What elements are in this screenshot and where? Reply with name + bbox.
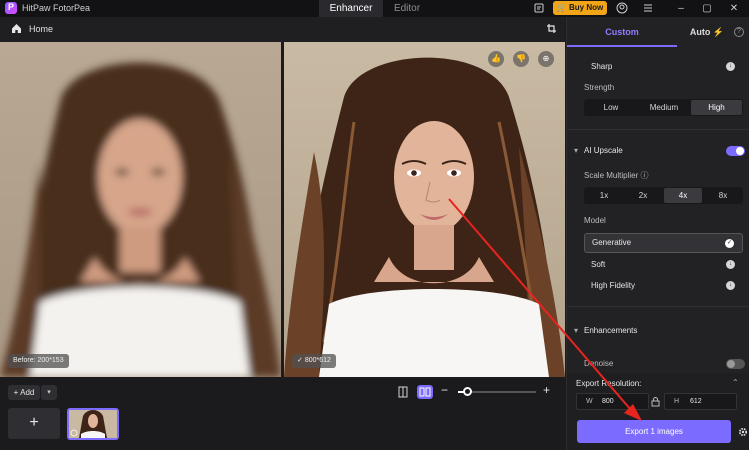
- cart-icon: 🛒: [556, 3, 567, 12]
- strength-label: Strength: [584, 83, 615, 92]
- menu-icon[interactable]: [642, 2, 654, 14]
- scale-2x[interactable]: 2x: [624, 188, 662, 203]
- app-title: HitPaw FotorPea: [22, 3, 91, 13]
- export-resolution-label: Export Resolution:: [576, 379, 642, 388]
- ai-upscale-title: AI Upscale: [584, 146, 623, 155]
- check-icon: ✓: [297, 357, 305, 364]
- home-link[interactable]: Home: [29, 24, 53, 34]
- thumbs-down-icon[interactable]: 👎: [513, 51, 529, 67]
- enhancements-title: Enhancements: [584, 326, 638, 335]
- lightning-icon: ⚡: [712, 27, 725, 37]
- divider: [567, 306, 749, 307]
- crop-icon[interactable]: [546, 23, 557, 34]
- tab-auto[interactable]: Auto ⚡: [677, 17, 737, 47]
- download-icon: ↓: [726, 281, 735, 290]
- add-image-tile[interactable]: +: [8, 408, 60, 439]
- bottom-bar: + Add ▾ + − +: [0, 377, 565, 450]
- before-size-badge: Before: 200*153: [8, 354, 69, 368]
- model-label: Model: [584, 216, 606, 225]
- width-key: W: [586, 398, 593, 405]
- scale-multiplier-label: Scale Multiplier ⓘ: [584, 170, 648, 181]
- tab-custom[interactable]: Custom: [567, 17, 677, 47]
- strength-low[interactable]: Low: [585, 100, 637, 115]
- before-preview: Before: 200*153: [0, 42, 281, 377]
- after-preview: 👍 👎 ⊕ ✓ 800*612: [284, 42, 565, 377]
- add-label: Add: [20, 388, 35, 397]
- home-icon[interactable]: [11, 23, 22, 34]
- sharp-option[interactable]: Sharp ↓: [584, 57, 743, 77]
- gear-icon[interactable]: [738, 427, 748, 437]
- denoise-label: Denoise: [584, 359, 614, 368]
- tab-editor[interactable]: Editor: [383, 0, 431, 17]
- ai-upscale-collapse-icon[interactable]: ▾: [574, 146, 578, 155]
- export-section: Export Resolution: ⌃ W 800 H 612 Export …: [567, 373, 749, 450]
- model-soft-label: Soft: [591, 260, 606, 269]
- info-icon[interactable]: ⓘ: [640, 171, 648, 180]
- enhancements-collapse-icon[interactable]: ▾: [574, 326, 578, 335]
- strength-selector: Low Medium High: [584, 99, 743, 116]
- split-view-icon[interactable]: [417, 385, 433, 399]
- height-key: H: [674, 398, 680, 405]
- app-logo-icon: [5, 2, 17, 14]
- model-soft[interactable]: Soft ↓: [584, 255, 743, 275]
- height-field[interactable]: H 612: [664, 393, 737, 410]
- single-view-icon[interactable]: [395, 385, 411, 399]
- after-size-label: 800*612: [304, 357, 331, 364]
- maximize-button[interactable]: ▢: [695, 0, 719, 17]
- thumbnail-image: [69, 410, 117, 438]
- strength-high[interactable]: High: [691, 100, 742, 115]
- close-button[interactable]: ✕: [722, 0, 746, 17]
- scale-selector: 1x 2x 4x 8x: [584, 187, 743, 204]
- after-size-badge: ✓ 800*612: [292, 354, 336, 368]
- divider: [567, 129, 749, 130]
- zoom-slider-handle[interactable]: [463, 387, 472, 396]
- download-icon: ↓: [726, 260, 735, 269]
- add-dropdown-chevron-icon[interactable]: ▾: [41, 385, 57, 400]
- model-high-fidelity-label: High Fidelity: [591, 281, 636, 290]
- tab-auto-label: Auto: [689, 27, 711, 37]
- strength-medium[interactable]: Medium: [638, 100, 690, 115]
- check-circle-icon: ✓: [725, 239, 734, 248]
- notes-icon[interactable]: [533, 2, 545, 14]
- buy-now-label: Buy Now: [568, 3, 604, 12]
- scale-multiplier-text: Scale Multiplier: [584, 171, 639, 180]
- sharp-label: Sharp: [591, 62, 613, 71]
- tab-enhancer[interactable]: Enhancer: [319, 0, 383, 17]
- collapse-chevron-icon[interactable]: ⌃: [732, 378, 739, 387]
- zoom-in-icon[interactable]: ⊕: [538, 51, 554, 67]
- title-bar: HitPaw FotorPea Enhancer Editor 🛒 Buy No…: [0, 0, 749, 17]
- download-icon: ↓: [726, 62, 735, 71]
- width-field[interactable]: W 800: [576, 393, 649, 410]
- image-thumbnail[interactable]: [67, 408, 119, 440]
- settings-panel: Custom Auto ⚡ ? Sharp ↓ Strength Low Med…: [566, 17, 749, 450]
- denoise-toggle[interactable]: [726, 359, 745, 369]
- help-icon[interactable]: ?: [734, 27, 744, 37]
- model-generative-label: Generative: [592, 238, 632, 247]
- height-value: 612: [690, 398, 702, 405]
- buy-now-button[interactable]: 🛒 Buy Now: [553, 1, 607, 15]
- scale-8x[interactable]: 8x: [704, 188, 742, 203]
- model-generative[interactable]: Generative ✓: [584, 233, 743, 253]
- ai-upscale-toggle[interactable]: [726, 146, 745, 156]
- thumbs-up-icon[interactable]: 👍: [488, 51, 504, 67]
- before-image: [0, 42, 281, 377]
- zoom-out-button[interactable]: −: [441, 383, 448, 397]
- account-icon[interactable]: [616, 2, 628, 14]
- model-high-fidelity[interactable]: High Fidelity ↓: [584, 276, 743, 296]
- scale-1x[interactable]: 1x: [585, 188, 623, 203]
- lock-icon[interactable]: [651, 397, 660, 407]
- minimize-button[interactable]: –: [669, 0, 693, 17]
- export-button[interactable]: Export 1 images: [577, 420, 731, 443]
- after-image: [284, 42, 565, 377]
- scale-4x[interactable]: 4x: [664, 188, 702, 203]
- zoom-in-button[interactable]: +: [543, 383, 550, 397]
- toolbar: Home: [0, 17, 565, 42]
- add-button[interactable]: + Add: [8, 385, 40, 400]
- width-value: 800: [602, 398, 614, 405]
